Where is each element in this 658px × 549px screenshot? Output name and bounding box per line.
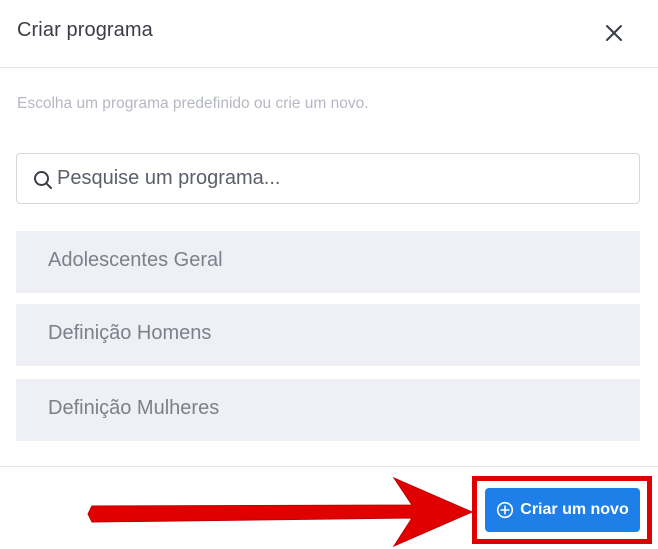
plus-circle-icon [497,501,514,519]
create-new-button[interactable]: Criar um novo [485,488,640,532]
create-new-label: Criar um novo [520,501,629,518]
annotation-arrow [87,476,474,548]
create-program-dialog: Criar programa Escolha um programa prede… [0,0,658,549]
